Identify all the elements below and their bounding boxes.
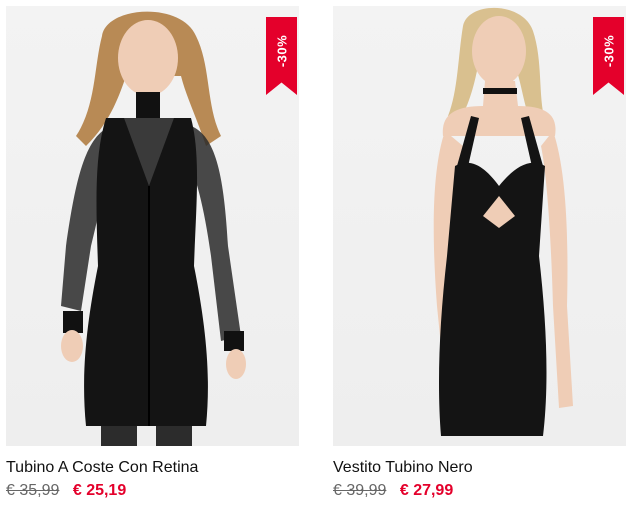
product-name[interactable]: Vestito Tubino Nero xyxy=(333,458,626,478)
sale-price: € 25,19 xyxy=(72,482,127,499)
model-photo-illustration xyxy=(61,11,246,446)
discount-label: -30% xyxy=(274,34,289,68)
product-name[interactable]: Tubino A Coste Con Retina xyxy=(6,458,299,478)
price-row: € 35,99 € 25,19 xyxy=(6,481,299,501)
product-image[interactable]: -30% xyxy=(333,6,626,446)
product-card[interactable]: -30% Tubino A Coste Con Retina € 35,99 €… xyxy=(6,6,299,501)
old-price: € 35,99 xyxy=(6,482,60,499)
model-photo-illustration xyxy=(433,7,573,437)
product-image[interactable]: -30% xyxy=(6,6,299,446)
old-price: € 39,99 xyxy=(333,482,387,499)
discount-label: -30% xyxy=(601,34,616,68)
price-row: € 39,99 € 27,99 xyxy=(333,481,626,501)
product-card[interactable]: -30% Vestito Tubino Nero € 39,99 € 27,99 xyxy=(333,6,626,501)
sale-price: € 27,99 xyxy=(399,482,454,499)
